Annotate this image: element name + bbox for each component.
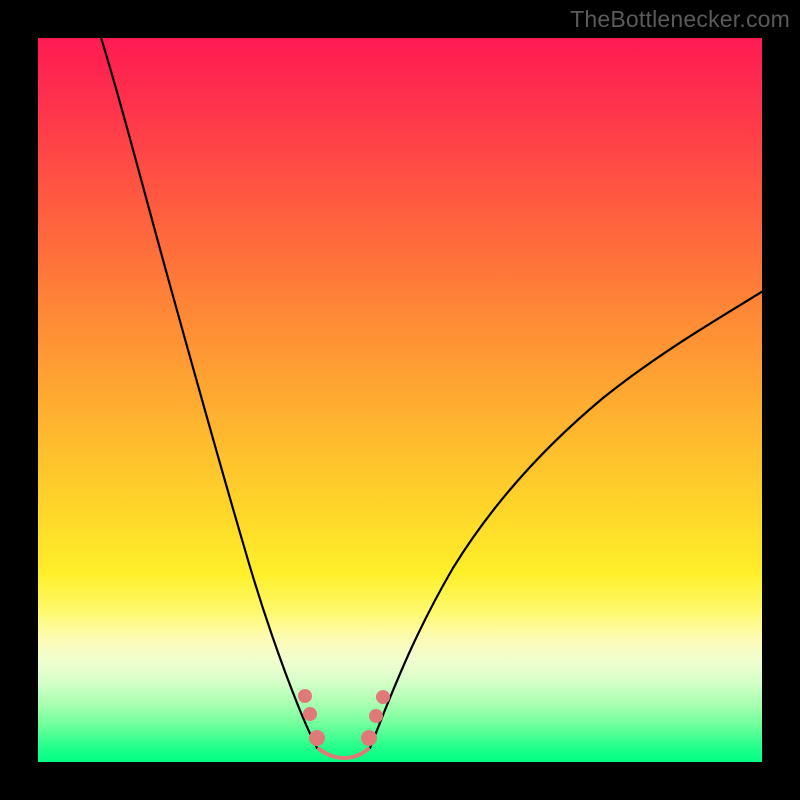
watermark-text: TheBottlenecker.com [570,6,790,33]
chart-frame: TheBottlenecker.com [0,0,800,800]
left-curve [98,38,317,748]
right-curve [370,288,762,748]
curve-svg [38,38,762,762]
node-left-2 [303,707,317,721]
node-right-2 [369,709,383,723]
plot-area [38,38,762,762]
node-left-3 [309,730,325,746]
node-left-1 [298,689,312,703]
node-right-1 [376,690,390,704]
bottom-ribbon [319,749,368,758]
node-right-3 [361,730,377,746]
